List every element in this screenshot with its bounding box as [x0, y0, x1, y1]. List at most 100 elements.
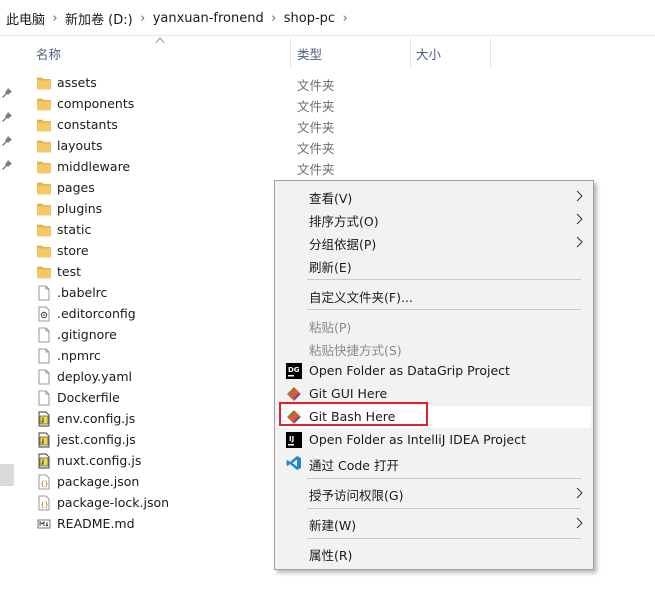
- menu-separator: [307, 279, 581, 280]
- menu-item-label: 粘贴(P): [309, 320, 352, 335]
- column-header-size[interactable]: 大小: [416, 44, 441, 63]
- breadcrumb-separator-icon[interactable]: ›: [45, 11, 65, 26]
- menu-item-label: 粘贴快捷方式(S): [309, 343, 402, 358]
- menu-item-label: 分组依据(P): [309, 237, 377, 252]
- chevron-right-icon: [576, 213, 583, 225]
- breadcrumb-separator-icon[interactable]: ›: [264, 11, 284, 26]
- file-icon: [37, 285, 51, 301]
- folder-icon: [37, 159, 51, 175]
- file-type: 文件夹: [297, 162, 335, 177]
- column-header-name[interactable]: 名称: [36, 44, 61, 63]
- js-file-icon: [37, 453, 51, 469]
- folder-icon: [37, 75, 51, 91]
- menu-item-label: 授予访问权限(G): [309, 488, 404, 503]
- folder-icon: [37, 180, 51, 196]
- pin-icon[interactable]: [2, 112, 12, 122]
- breadcrumb-drive-d[interactable]: 新加卷 (D:): [65, 9, 133, 28]
- file-name: static: [57, 222, 92, 237]
- chevron-right-icon: [576, 517, 583, 529]
- folder-icon: [37, 117, 51, 133]
- folder-icon: [37, 96, 51, 112]
- file-name: pages: [57, 180, 95, 195]
- chevron-right-icon: [576, 236, 583, 248]
- breadcrumb-this-pc[interactable]: 此电脑: [6, 9, 45, 28]
- breadcrumb-separator-icon[interactable]: ›: [335, 11, 355, 26]
- json-file-icon: {}: [37, 474, 51, 490]
- menu-separator: [307, 309, 581, 310]
- file-type: 文件夹: [297, 120, 335, 135]
- file-row[interactable]: middleware 文件夹: [14, 157, 655, 178]
- vscode-icon: [286, 456, 301, 470]
- menu-item-open-datagrip[interactable]: DG Open Folder as DataGrip Project: [277, 360, 591, 382]
- file-name: .gitignore: [57, 327, 117, 342]
- menu-item-properties[interactable]: 属性(R): [277, 542, 591, 564]
- menu-item-sort-by[interactable]: 排序方式(O): [277, 208, 591, 230]
- breadcrumb: 此电脑 › 新加卷 (D:) › yanxuan-fronend › shop-…: [6, 9, 355, 28]
- file-name: Dockerfile: [57, 390, 120, 405]
- menu-item-label: 排序方式(O): [309, 214, 379, 229]
- column-divider[interactable]: [490, 38, 491, 68]
- file-name: jest.config.js: [57, 432, 136, 447]
- file-name: plugins: [57, 201, 103, 216]
- folder-icon: [37, 201, 51, 217]
- svg-text:DG: DG: [288, 366, 300, 374]
- menu-item-grant-access[interactable]: 授予访问权限(G): [277, 482, 591, 504]
- chevron-right-icon: [576, 487, 583, 499]
- pin-icon[interactable]: [2, 88, 12, 98]
- menu-item-paste[interactable]: 粘贴(P): [277, 314, 591, 336]
- config-file-icon: [37, 306, 51, 322]
- file-name: assets: [57, 75, 97, 90]
- file-name: .babelrc: [57, 285, 108, 300]
- menu-separator: [307, 478, 581, 479]
- pin-icon[interactable]: [2, 160, 12, 170]
- file-type: 文件夹: [297, 99, 335, 114]
- menu-item-open-vscode[interactable]: 通过 Code 打开: [277, 452, 591, 474]
- folder-icon: [37, 264, 51, 280]
- menu-item-label: Open Folder as IntelliJ IDEA Project: [309, 432, 526, 447]
- breadcrumb-shop-pc[interactable]: shop-pc: [284, 11, 335, 26]
- menu-item-view[interactable]: 查看(V): [277, 185, 591, 207]
- git-bash-highlight-box: [279, 402, 428, 426]
- menu-item-label: 刷新(E): [309, 260, 352, 275]
- file-name: package.json: [57, 474, 140, 489]
- menu-item-label: 属性(R): [309, 548, 353, 563]
- menu-item-refresh[interactable]: 刷新(E): [277, 254, 591, 276]
- svg-text:{}: {}: [40, 501, 48, 509]
- chevron-right-icon: [576, 190, 583, 202]
- intellij-idea-icon: IJ: [286, 432, 302, 448]
- svg-text:IJ: IJ: [289, 435, 294, 443]
- md-file-icon: [37, 516, 51, 532]
- file-name: .npmrc: [57, 348, 101, 363]
- pin-icon[interactable]: [2, 136, 12, 146]
- breadcrumb-separator-icon[interactable]: ›: [133, 11, 153, 26]
- file-row[interactable]: components 文件夹: [14, 94, 655, 115]
- menu-item-label: 新建(W): [309, 518, 357, 533]
- file-icon: [37, 369, 51, 385]
- json-file-icon: {}: [37, 495, 51, 511]
- file-name: middleware: [57, 159, 131, 174]
- file-row[interactable]: layouts 文件夹: [14, 136, 655, 157]
- file-name: test: [57, 264, 82, 279]
- breadcrumb-yanxuan-fronend[interactable]: yanxuan-fronend: [153, 11, 264, 26]
- address-bar[interactable]: 此电脑 › 新加卷 (D:) › yanxuan-fronend › shop-…: [0, 0, 655, 36]
- column-divider[interactable]: [290, 38, 291, 68]
- menu-item-customize-folder[interactable]: 自定义文件夹(F)...: [277, 284, 591, 306]
- menu-item-open-intellij[interactable]: IJ Open Folder as IntelliJ IDEA Project: [277, 429, 591, 451]
- menu-separator: [307, 508, 581, 509]
- column-header-type[interactable]: 类型: [297, 44, 322, 63]
- column-divider[interactable]: [410, 38, 411, 68]
- menu-item-group-by[interactable]: 分组依据(P): [277, 231, 591, 253]
- file-name: .editorconfig: [57, 306, 136, 321]
- folder-icon: [37, 138, 51, 154]
- file-name: deploy.yaml: [57, 369, 132, 384]
- file-type: 文件夹: [297, 78, 335, 93]
- menu-item-paste-shortcut[interactable]: 粘贴快捷方式(S): [277, 337, 591, 359]
- nav-pane-selected-item[interactable]: [0, 464, 14, 486]
- file-row[interactable]: assets 文件夹: [14, 73, 655, 94]
- file-icon: [37, 348, 51, 364]
- js-file-icon: [37, 432, 51, 448]
- file-name: env.config.js: [57, 411, 136, 426]
- file-row[interactable]: constants 文件夹: [14, 115, 655, 136]
- datagrip-icon: DG: [286, 363, 302, 379]
- menu-item-new[interactable]: 新建(W): [277, 512, 591, 534]
